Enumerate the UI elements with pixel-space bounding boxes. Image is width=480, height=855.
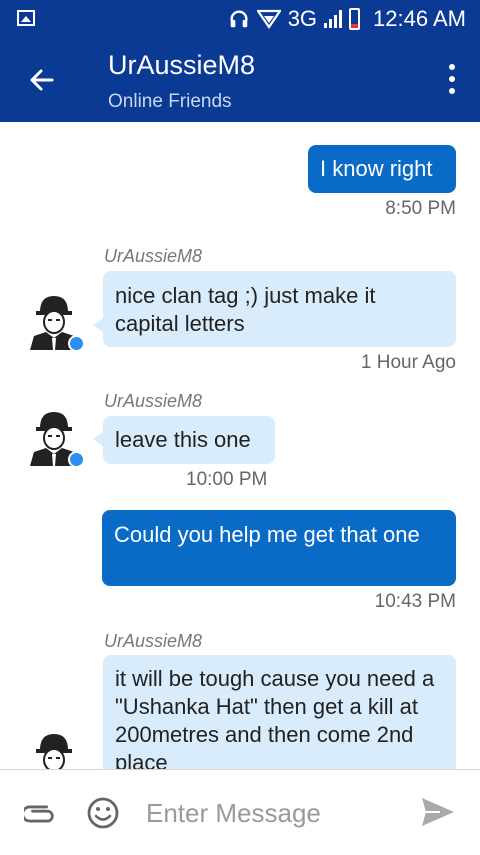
status-bar: 3G 12:46 AM — [0, 0, 480, 36]
message-sender: UrAussieM8 — [104, 631, 203, 651]
attach-button[interactable] — [21, 797, 58, 831]
message-bubble-incoming[interactable]: it will be tough cause you need a "Ushan… — [103, 655, 456, 769]
chat-subtitle: Online Friends — [108, 91, 232, 112]
message-time: 8:50 PM — [385, 198, 456, 219]
message-bubble-incoming[interactable]: leave this one — [103, 416, 275, 464]
wifi-icon — [256, 9, 281, 29]
message-text: I know right — [320, 156, 433, 181]
message-text: Could you help me get that one — [114, 522, 420, 547]
bubble-tail — [93, 318, 103, 332]
message-bubble-outgoing[interactable]: I know right — [308, 145, 456, 193]
message-text: it will be tough cause you need a "Ushan… — [115, 666, 435, 769]
send-icon — [422, 798, 454, 826]
message-composer — [0, 769, 480, 855]
send-button[interactable] — [420, 796, 456, 828]
back-arrow-icon — [30, 69, 54, 91]
message-sender: UrAussieM8 — [104, 391, 203, 411]
back-button[interactable] — [22, 60, 62, 100]
avatar[interactable] — [24, 728, 84, 769]
emoji-button[interactable] — [86, 796, 120, 830]
network-type: 3G — [287, 6, 318, 31]
message-bubble-outgoing[interactable]: Could you help me get that one — [102, 510, 456, 586]
message-text: leave this one — [115, 427, 251, 452]
message-bubble-incoming[interactable]: nice clan tag ;) just make it capital le… — [103, 271, 456, 347]
more-options-button[interactable] — [446, 64, 458, 94]
headset-icon — [230, 10, 248, 28]
more-vert-icon — [449, 64, 455, 70]
message-time: 10:00 PM — [186, 469, 268, 490]
message-sender: UrAussieM8 — [104, 246, 203, 266]
clock: 12:46 AM — [373, 6, 466, 31]
emoji-icon — [87, 797, 119, 829]
avatar[interactable] — [24, 290, 85, 352]
online-status-dot — [68, 335, 85, 352]
app-bar: UrAussieM8 Online Friends — [0, 36, 480, 122]
soldier-avatar-icon — [36, 734, 72, 769]
message-text: nice clan tag ;) just make it capital le… — [115, 283, 376, 336]
avatar[interactable] — [24, 406, 85, 468]
battery-icon — [349, 8, 361, 30]
chat-title: UrAussieM8 — [108, 50, 256, 80]
status-icons: 3G 12:46 AM — [228, 6, 466, 32]
message-time: 10:43 PM — [374, 591, 456, 612]
bubble-tail — [93, 432, 103, 446]
message-list[interactable]: I know right 8:50 PM UrAussieM8 nice cla… — [0, 122, 480, 769]
online-status-dot — [68, 451, 85, 468]
message-time: 1 Hour Ago — [360, 352, 456, 373]
gallery-icon — [17, 10, 35, 26]
paperclip-icon — [21, 805, 54, 823]
signal-icon — [324, 10, 343, 28]
message-input[interactable] — [144, 790, 398, 836]
